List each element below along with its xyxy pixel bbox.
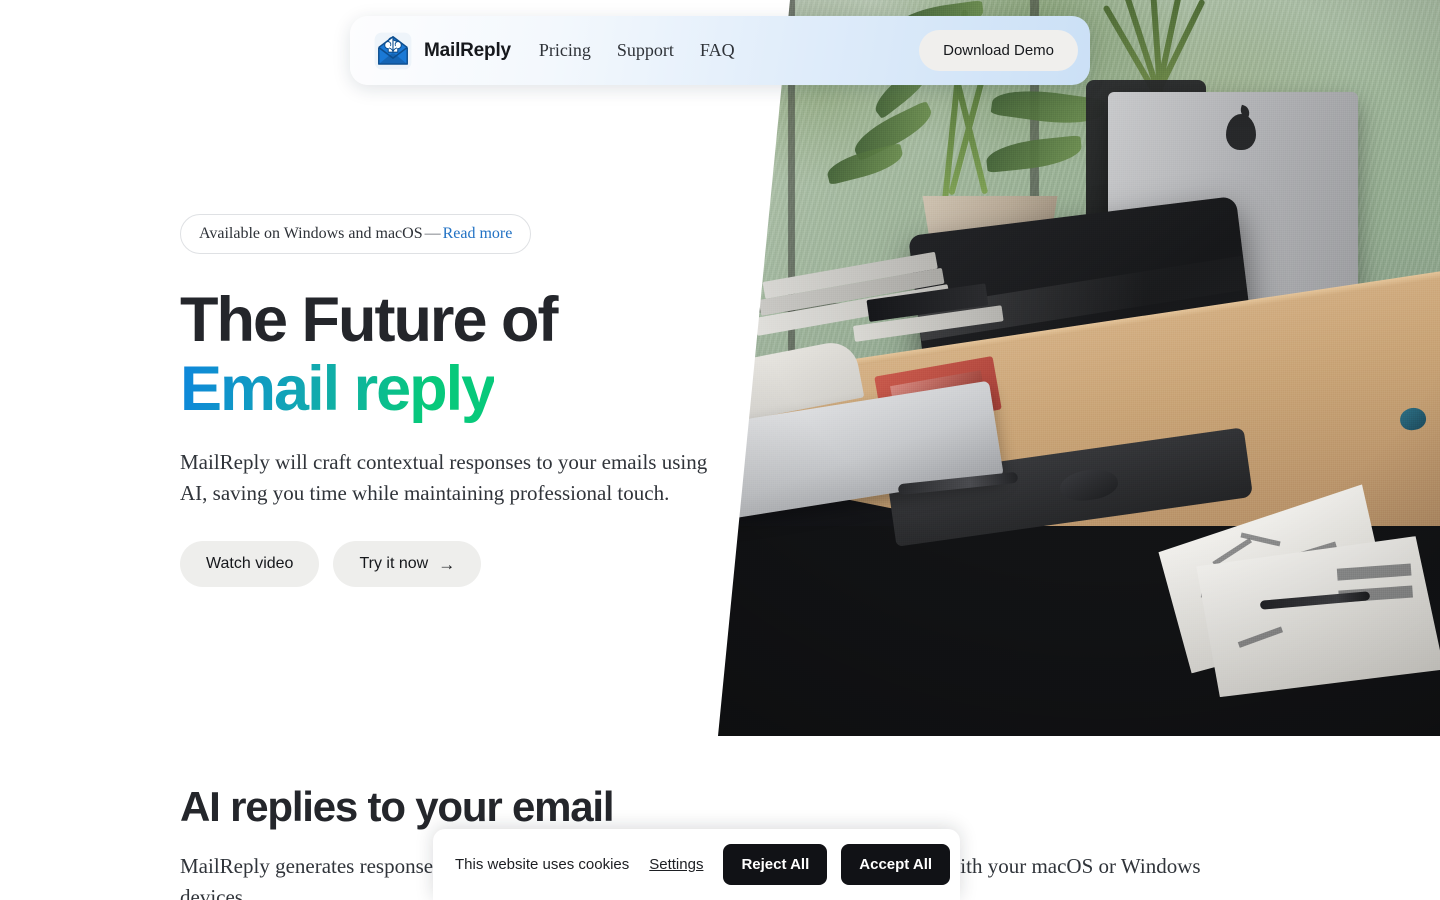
headline-gradient: Email reply bbox=[180, 353, 496, 424]
cookie-settings-button[interactable]: Settings bbox=[643, 856, 709, 873]
badge-separator: — bbox=[424, 225, 441, 242]
arrow-right-icon: → bbox=[438, 554, 456, 574]
cookie-consent-banner: This website uses cookies Settings Rejec… bbox=[433, 829, 960, 900]
nav-link-faq[interactable]: FAQ bbox=[700, 40, 735, 61]
brand-name: MailReply bbox=[424, 39, 511, 61]
hero-subcopy: MailReply will craft contextual response… bbox=[180, 450, 708, 506]
landing-page: Driving your business bbox=[0, 0, 1440, 900]
try-it-now-button[interactable]: Try it now → bbox=[333, 541, 482, 588]
nav-link-pricing[interactable]: Pricing bbox=[539, 40, 591, 61]
badge-text: Available on Windows and macOS bbox=[199, 225, 423, 242]
cookie-message: This website uses cookies bbox=[455, 856, 630, 873]
reject-all-button[interactable]: Reject All bbox=[723, 844, 828, 885]
page-title: The Future of Email reply bbox=[180, 286, 725, 423]
nav-link-support[interactable]: Support bbox=[617, 40, 674, 61]
read-more-link[interactable]: Read more bbox=[443, 225, 513, 243]
brand[interactable]: MailReply bbox=[374, 32, 511, 70]
availability-badge[interactable]: Available on Windows and macOS — Read mo… bbox=[180, 214, 532, 254]
watch-video-label: Watch video bbox=[206, 555, 294, 573]
headline-plain: The Future of bbox=[180, 285, 558, 355]
accept-all-button[interactable]: Accept All bbox=[841, 844, 951, 885]
envelope-brain-logo-icon bbox=[374, 32, 412, 69]
try-it-now-label: Try it now bbox=[359, 555, 429, 573]
watch-video-button[interactable]: Watch video bbox=[180, 541, 320, 588]
main-navbar: MailReply Pricing Support FAQ Download D… bbox=[350, 16, 1090, 85]
hero-image: Driving your business bbox=[718, 0, 1440, 736]
hero-content: Available on Windows and macOS — Read mo… bbox=[180, 214, 740, 588]
hero-cta-row: Watch video Try it now → bbox=[180, 541, 740, 588]
apple-logo-icon bbox=[1226, 114, 1256, 150]
nav-links: Pricing Support FAQ bbox=[539, 40, 735, 61]
download-demo-button[interactable]: Download Demo bbox=[919, 30, 1078, 71]
desk-workspace-photo: Driving your business bbox=[718, 0, 1440, 736]
section-title: AI replies to your email bbox=[180, 783, 615, 830]
